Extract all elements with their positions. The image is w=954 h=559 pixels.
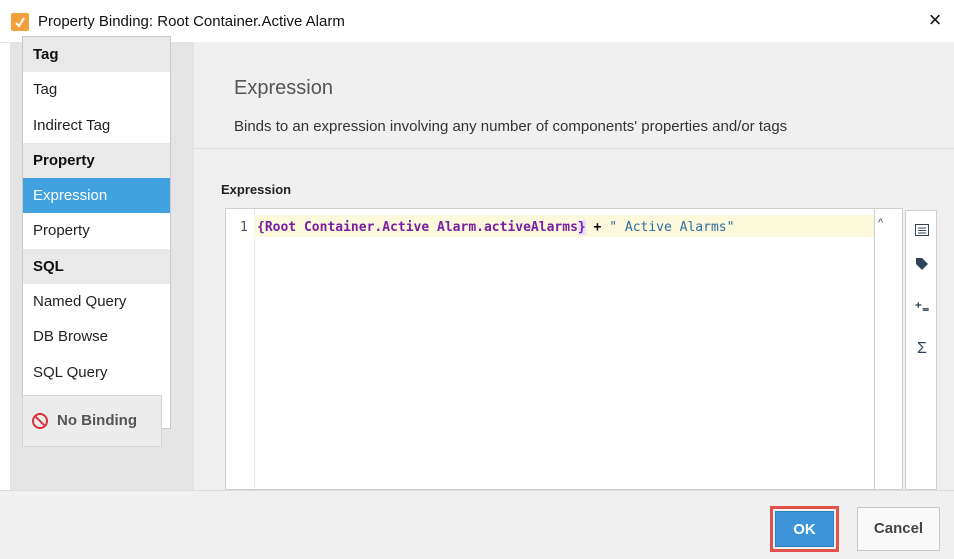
- section-title: Expression: [234, 77, 333, 99]
- sidebar-section-header: SQL: [23, 248, 170, 285]
- operators-icon[interactable]: ⁺₌: [912, 297, 932, 317]
- code-string: " Active Alarms": [609, 220, 735, 235]
- line-number: 1: [240, 220, 248, 235]
- app-icon: [11, 13, 29, 31]
- editor-area: Expression 1 {Root Container.Active Alar…: [194, 149, 954, 490]
- expression-editor[interactable]: 1 {Root Container.Active Alarm.activeAla…: [225, 208, 903, 490]
- sidebar-item[interactable]: Named Query: [23, 284, 170, 319]
- sidebar-item[interactable]: Tag: [23, 72, 170, 107]
- sidebar-item[interactable]: Indirect Tag: [23, 108, 170, 143]
- expression-code[interactable]: {Root Container.Active Alarm.activeAlarm…: [257, 220, 734, 235]
- no-binding-label: No Binding: [57, 412, 137, 429]
- cancel-button[interactable]: Cancel: [857, 507, 940, 551]
- line-gutter: 1: [226, 209, 255, 489]
- tag-icon[interactable]: [912, 256, 932, 276]
- section-description: Binds to an expression involving any num…: [234, 118, 788, 135]
- window-title: Property Binding: Root Container.Active …: [38, 13, 345, 30]
- code-operator: +: [585, 220, 610, 235]
- no-binding-button[interactable]: No Binding: [22, 395, 162, 447]
- expression-label: Expression: [221, 182, 292, 197]
- code-brace: }: [577, 220, 586, 235]
- binding-type-list: Tag Tag Indirect Tag Property Expression Prop…: [22, 36, 171, 429]
- no-entry-icon: [32, 413, 48, 429]
- sidebar-item[interactable]: Property: [23, 213, 170, 248]
- close-icon[interactable]: ×: [924, 9, 946, 31]
- sidebar-section-header: Tag: [23, 37, 170, 73]
- list-icon[interactable]: [912, 221, 932, 241]
- vertical-scrollbar[interactable]: ^: [874, 209, 891, 489]
- scroll-up-arrow-icon[interactable]: ^: [878, 217, 883, 229]
- sidebar-section-header: Property: [23, 142, 170, 179]
- code-property-ref: {Root Container.Active Alarm.activeAlarm…: [257, 220, 578, 235]
- expression-toolbar: ⁺₌ Σ: [905, 210, 937, 490]
- sidebar-item[interactable]: SQL Query: [23, 355, 170, 390]
- ok-button[interactable]: OK: [775, 511, 834, 547]
- sidebar-item[interactable]: Expression: [23, 178, 170, 214]
- section-header: Expression Binds to an expression involv…: [194, 42, 954, 149]
- sidebar-item[interactable]: DB Browse: [23, 319, 170, 354]
- sigma-icon[interactable]: Σ: [912, 339, 932, 359]
